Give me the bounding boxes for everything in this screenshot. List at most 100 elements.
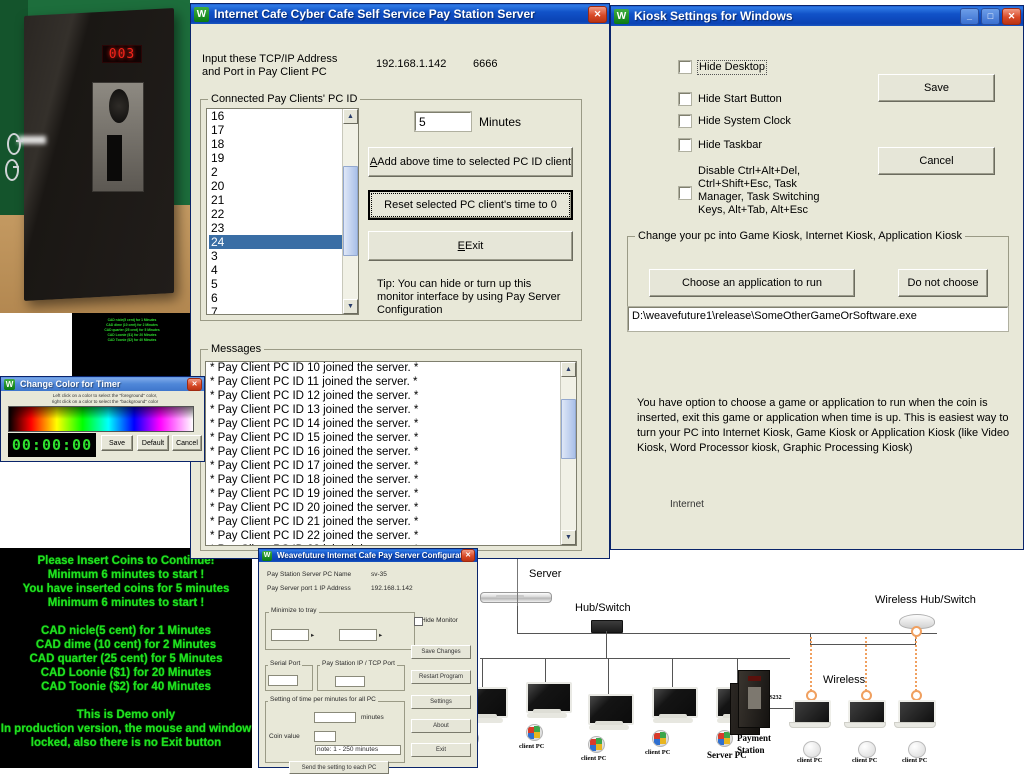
- hide-system-clock-label[interactable]: Hide System Clock: [698, 115, 791, 128]
- client-id-item[interactable]: 6: [209, 291, 342, 305]
- diagram-wire-pc-bus: [480, 658, 790, 659]
- scroll-up-icon[interactable]: ▲: [561, 362, 576, 377]
- close-icon[interactable]: ✕: [588, 6, 607, 23]
- kiosk-window-title: Kiosk Settings for Windows: [631, 9, 960, 23]
- do-not-choose-button[interactable]: Do not choose: [898, 269, 988, 297]
- kiosk-settings-titlebar[interactable]: W Kiosk Settings for Windows _ □ ✕: [611, 6, 1023, 26]
- pay-config-titlebar[interactable]: W Weavefuture Internet Cafe Pay Server C…: [259, 549, 477, 562]
- coin-screen-line: In production version, the mouse and win…: [0, 722, 252, 736]
- client-list-scroll-track[interactable]: [343, 124, 358, 299]
- client-list-scroll-thumb[interactable]: [343, 166, 358, 256]
- change-color-titlebar[interactable]: W Change Color for Timer ✕: [1, 377, 204, 391]
- wifi-icon-3: [908, 741, 926, 758]
- hide-start-button-checkbox[interactable]: [679, 93, 691, 105]
- add-time-button[interactable]: AAdd above time to selected PC ID client: [368, 147, 573, 177]
- client-id-item[interactable]: 23: [209, 221, 342, 235]
- minutes-input[interactable]: 5: [415, 112, 471, 131]
- message-item: * Pay Client PC ID 18 joined the server.…: [208, 474, 560, 488]
- client-id-item[interactable]: 7: [209, 305, 342, 314]
- application-path-field[interactable]: D:\weavefuture1\release\SomeOtherGameOrS…: [628, 307, 1008, 331]
- config-minutes-field[interactable]: [314, 712, 356, 723]
- reset-time-button[interactable]: Reset selected PC client's time to 0: [368, 190, 573, 220]
- change-color-window: W Change Color for Timer ✕ Left click on…: [0, 376, 205, 462]
- messages-listbox[interactable]: * Pay Client PC ID 10 joined the server.…: [205, 361, 577, 546]
- config-restart-button[interactable]: Restart Program: [411, 670, 471, 684]
- client-id-item[interactable]: 3: [209, 249, 342, 263]
- pay-station-titlebar[interactable]: W Internet Cafe Cyber Cafe Self Service …: [191, 4, 609, 24]
- led-display: 003: [102, 45, 142, 63]
- wifi-icon-1: [803, 741, 821, 758]
- client-id-item[interactable]: 20: [209, 179, 342, 193]
- hide-desktop-label[interactable]: Hide Desktop: [698, 61, 766, 74]
- hide-desktop-checkbox[interactable]: [679, 61, 691, 73]
- config-save-changes-button[interactable]: Save Changes: [411, 645, 471, 659]
- close-icon[interactable]: ✕: [461, 549, 475, 562]
- message-item: * Pay Client PC ID 14 joined the server.…: [208, 418, 560, 432]
- config-about-button[interactable]: About: [411, 719, 471, 733]
- internet-cloud-label: Internet: [653, 499, 721, 510]
- client-list-scrollbar[interactable]: ▲ ▼: [342, 109, 358, 314]
- coin-screen-line: This is Demo only: [0, 708, 252, 722]
- client-id-item[interactable]: 2: [209, 165, 342, 179]
- diagram-wire-wap-2: [810, 644, 915, 645]
- label-server: Server: [529, 568, 561, 580]
- config-group-1-label: Minimize to tray: [269, 607, 319, 614]
- hide-taskbar-label[interactable]: Hide Taskbar: [698, 139, 762, 152]
- color-gradient-picker[interactable]: [8, 406, 194, 432]
- config-field-1[interactable]: [271, 629, 309, 641]
- client-id-item[interactable]: 17: [209, 123, 342, 137]
- config-field-2[interactable]: [339, 629, 377, 641]
- config-coin-select[interactable]: [314, 731, 336, 742]
- close-icon[interactable]: ✕: [187, 378, 202, 391]
- config-minutes-suffix: minutes: [361, 714, 384, 721]
- exit-button-label: Exit: [465, 240, 483, 252]
- config-settings-button[interactable]: Settings: [411, 695, 471, 709]
- client-id-item[interactable]: 24: [209, 235, 342, 249]
- scroll-down-icon[interactable]: ▼: [561, 530, 576, 545]
- config-hide-monitor-label[interactable]: Hide Monitor: [421, 617, 458, 624]
- messages-scroll-track[interactable]: [561, 377, 576, 530]
- client-id-item[interactable]: 4: [209, 263, 342, 277]
- color-hint-text: Left click on a color to select the "for…: [25, 393, 185, 405]
- save-button[interactable]: Save: [878, 74, 995, 102]
- messages-scroll-thumb[interactable]: [561, 399, 576, 459]
- client-id-listbox[interactable]: 1617181922021222324345678 ▲ ▼: [206, 108, 359, 315]
- client-pc-label-2: client PC: [519, 743, 544, 750]
- client-id-item[interactable]: 21: [209, 193, 342, 207]
- wireless-dotline-2: [865, 637, 868, 691]
- config-group-station-ip-label: Pay Station IP / TCP Port: [320, 660, 397, 667]
- diagram-wire-to-bus: [517, 606, 518, 634]
- client-id-item[interactable]: 22: [209, 207, 342, 221]
- cancel-button[interactable]: Cancel: [878, 147, 995, 175]
- choose-application-button[interactable]: Choose an application to run: [649, 269, 855, 297]
- maximize-icon[interactable]: □: [981, 8, 1000, 25]
- wireless-client-icon-3: [894, 700, 936, 730]
- minimize-icon[interactable]: _: [960, 8, 979, 25]
- color-save-button[interactable]: Save: [101, 435, 133, 451]
- hide-start-button-label[interactable]: Hide Start Button: [698, 93, 782, 106]
- config-serial-port-select[interactable]: [268, 675, 298, 686]
- config-hide-monitor-checkbox[interactable]: [414, 617, 423, 626]
- client-id-item[interactable]: 18: [209, 137, 342, 151]
- messages-list[interactable]: * Pay Client PC ID 10 joined the server.…: [206, 362, 560, 545]
- scroll-up-icon[interactable]: ▲: [343, 109, 358, 124]
- label-hub-switch: Hub/Switch: [575, 602, 631, 614]
- client-id-item[interactable]: 5: [209, 277, 342, 291]
- messages-scrollbar[interactable]: ▲ ▼: [560, 362, 576, 545]
- exit-button[interactable]: EExit: [368, 231, 573, 261]
- client-id-item[interactable]: 19: [209, 151, 342, 165]
- client-id-item[interactable]: 16: [209, 109, 342, 123]
- config-exit-button[interactable]: Exit: [411, 743, 471, 757]
- coin-screen-line: CAD dime (10 cent) for 2 Minutes: [0, 638, 252, 652]
- color-app-icon: W: [4, 379, 15, 390]
- config-station-ip-field[interactable]: [335, 676, 365, 687]
- color-default-button[interactable]: Default: [137, 435, 169, 451]
- scroll-down-icon[interactable]: ▼: [343, 299, 358, 314]
- client-id-list[interactable]: 1617181922021222324345678: [207, 109, 342, 314]
- hide-taskbar-checkbox[interactable]: [679, 139, 691, 151]
- disable-keys-label[interactable]: Disable Ctrl+Alt+Del, Ctrl+Shift+Esc, Ta…: [698, 165, 853, 217]
- color-cancel-button[interactable]: Cancel: [172, 435, 202, 451]
- hide-system-clock-checkbox[interactable]: [679, 115, 691, 127]
- close-icon[interactable]: ✕: [1002, 8, 1021, 25]
- disable-keys-checkbox[interactable]: [679, 187, 691, 199]
